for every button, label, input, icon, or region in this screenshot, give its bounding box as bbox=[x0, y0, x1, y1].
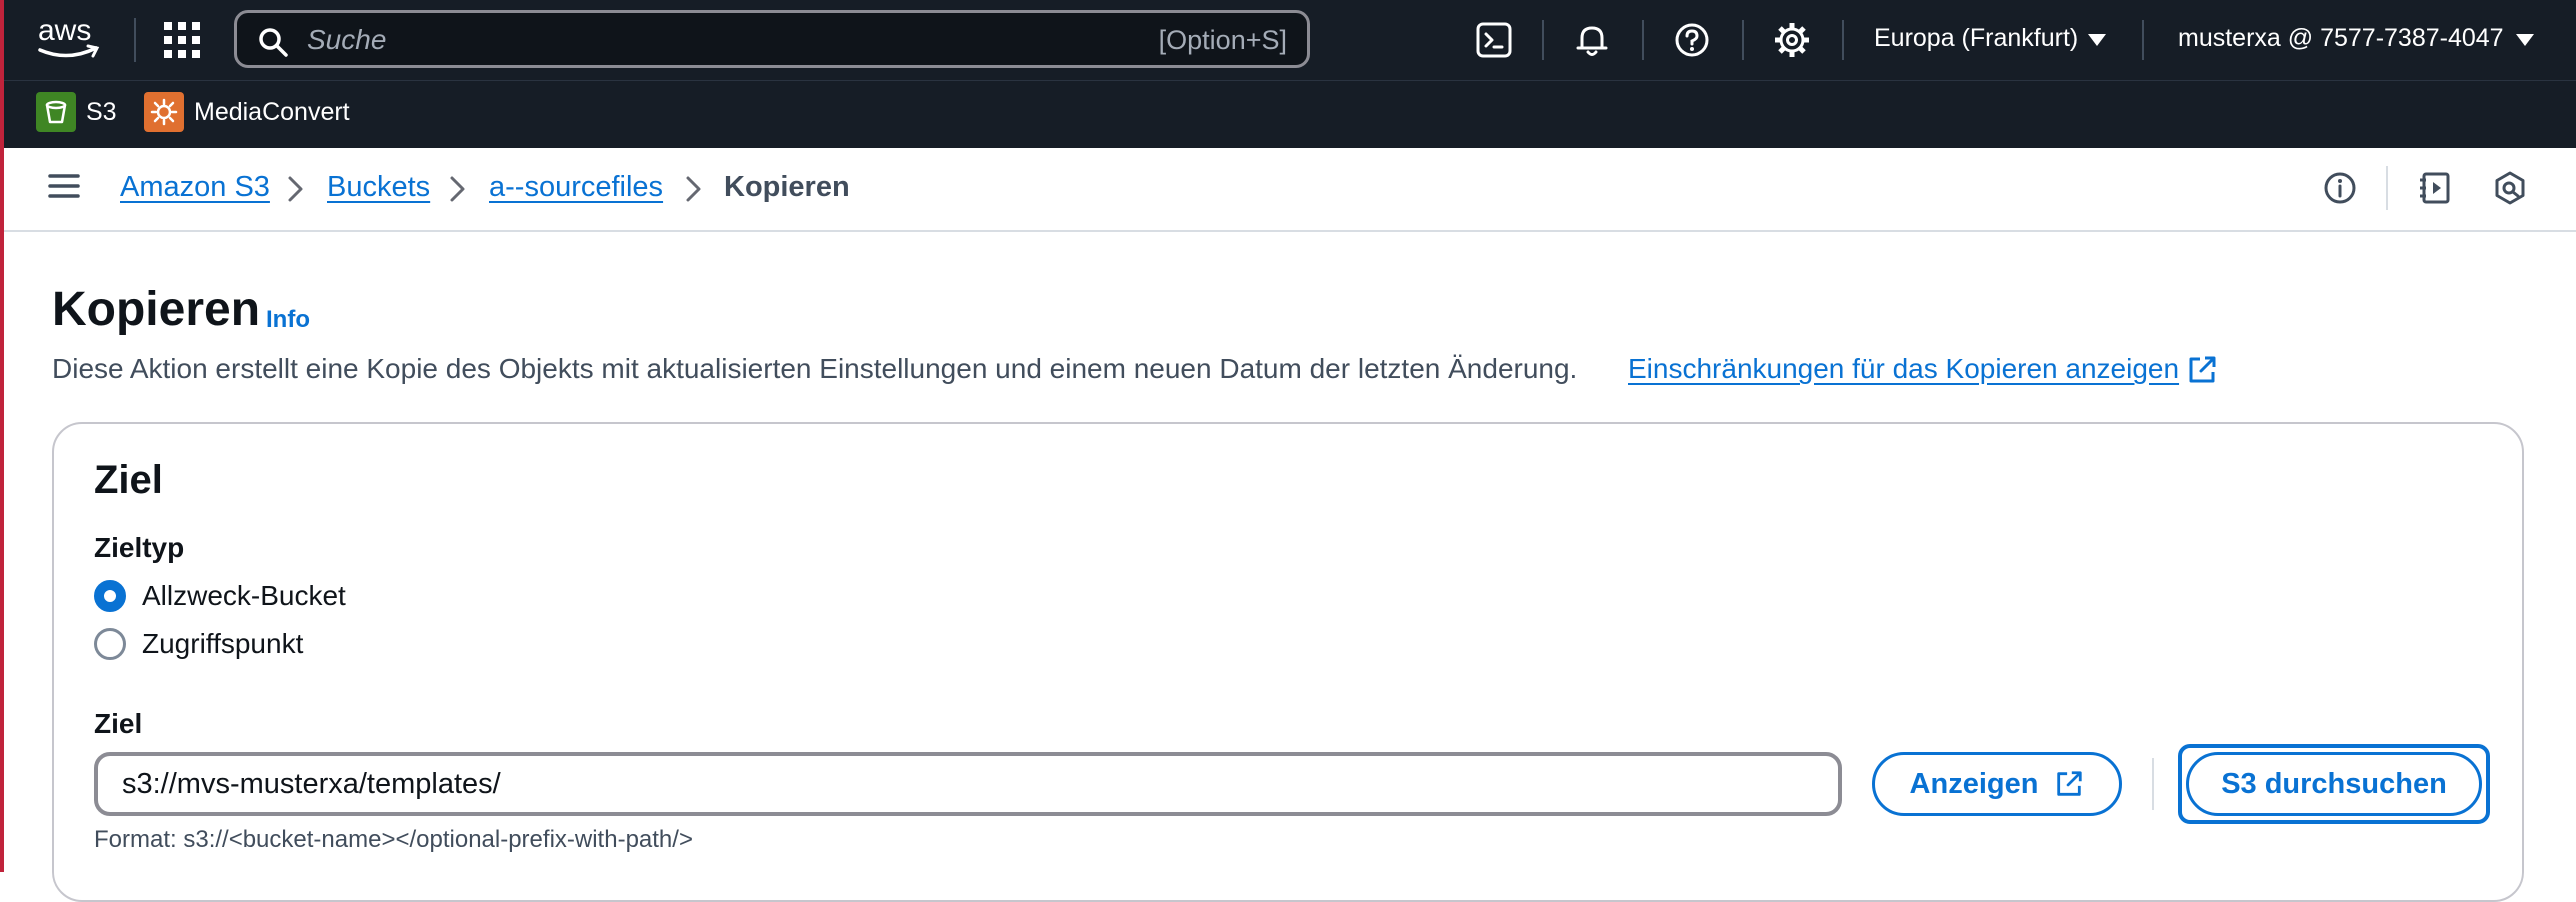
search-icon bbox=[259, 28, 288, 57]
side-navigation-menu-icon[interactable] bbox=[48, 172, 80, 200]
help-icon[interactable] bbox=[1672, 20, 1712, 60]
service-label-mediaconvert: MediaConvert bbox=[194, 97, 350, 126]
nav-divider bbox=[134, 18, 136, 62]
destination-s3-uri-input[interactable] bbox=[94, 752, 1842, 816]
radio-label-access-point[interactable]: Zugriffspunkt bbox=[142, 628, 303, 660]
nav-divider bbox=[1842, 20, 1844, 60]
mediaconvert-icon bbox=[144, 92, 184, 132]
services-grid-icon[interactable] bbox=[162, 20, 202, 60]
destination-type-label: Zieltyp bbox=[94, 532, 185, 563]
button-divider bbox=[2152, 758, 2154, 810]
search-box[interactable]: [Option+S] bbox=[234, 10, 1310, 68]
page-description: Diese Aktion erstellt eine Kopie des Obj… bbox=[52, 353, 1578, 384]
radio-access-point[interactable] bbox=[94, 628, 126, 660]
breadcrumb-chevron-right-icon bbox=[686, 176, 701, 202]
external-link-icon bbox=[2189, 356, 2216, 383]
toolbar-divider bbox=[2386, 166, 2388, 210]
destination-panel-title: Ziel bbox=[94, 458, 163, 502]
breadcrumb-current-kopieren: Kopieren bbox=[724, 171, 850, 203]
info-link[interactable]: Info bbox=[266, 306, 310, 334]
radio-general-purpose-bucket[interactable] bbox=[94, 580, 126, 612]
search-shortcut-hint: [Option+S] bbox=[1158, 25, 1287, 55]
copy-restrictions-link[interactable]: Einschränkungen für das Kopieren anzeige… bbox=[1628, 353, 2179, 385]
nav-divider bbox=[1642, 20, 1644, 60]
security-hexagon-icon[interactable] bbox=[2492, 170, 2528, 206]
service-shortcut-mediaconvert[interactable]: MediaConvert bbox=[144, 92, 350, 132]
region-selector[interactable]: Europa (Frankfurt) bbox=[1874, 24, 2078, 53]
browse-s3-button[interactable]: S3 durchsuchen bbox=[2186, 752, 2482, 816]
external-link-icon bbox=[2057, 771, 2083, 796]
nav-divider bbox=[1542, 20, 1544, 60]
view-destination-button[interactable]: Anzeigen bbox=[1872, 752, 2122, 816]
nav-divider bbox=[2142, 20, 2144, 60]
browse-button-label: S3 durchsuchen bbox=[2221, 767, 2447, 800]
notifications-bell-icon[interactable] bbox=[1572, 20, 1612, 60]
settings-gear-icon[interactable] bbox=[1772, 20, 1812, 60]
nav-divider bbox=[1742, 20, 1744, 60]
region-caret-down-icon bbox=[2088, 34, 2106, 46]
search-input[interactable] bbox=[305, 19, 1029, 61]
destination-format-hint: Format: s3://<bucket-name></optional-pre… bbox=[94, 826, 693, 853]
s3-bucket-icon bbox=[36, 92, 76, 132]
destination-field-label: Ziel bbox=[94, 708, 143, 739]
service-favorites-bar bbox=[4, 80, 2576, 149]
service-label-s3: S3 bbox=[86, 97, 117, 126]
radio-label-general-purpose-bucket[interactable]: Allzweck-Bucket bbox=[142, 580, 346, 612]
breadcrumb-chevron-right-icon bbox=[450, 176, 465, 202]
cloudshell-icon[interactable] bbox=[1474, 20, 1514, 60]
account-menu[interactable]: musterxa @ 7577-7387-4047 bbox=[2178, 24, 2504, 53]
breadcrumb-bucket-a-sourcefiles[interactable]: a--sourcefiles bbox=[489, 171, 663, 204]
aws-logo-text: aws bbox=[38, 14, 91, 47]
page-title: Kopieren bbox=[52, 283, 261, 336]
tutorial-panel-icon[interactable] bbox=[2418, 170, 2454, 206]
account-caret-down-icon bbox=[2516, 34, 2534, 46]
info-panel-icon[interactable] bbox=[2322, 170, 2358, 206]
breadcrumb-amazon-s3[interactable]: Amazon S3 bbox=[120, 171, 270, 204]
view-button-label: Anzeigen bbox=[1909, 767, 2039, 800]
breadcrumb-chevron-right-icon bbox=[288, 176, 303, 202]
breadcrumb-buckets[interactable]: Buckets bbox=[327, 171, 430, 204]
aws-logo[interactable]: aws bbox=[34, 12, 102, 64]
service-shortcut-s3[interactable]: S3 bbox=[36, 92, 117, 132]
